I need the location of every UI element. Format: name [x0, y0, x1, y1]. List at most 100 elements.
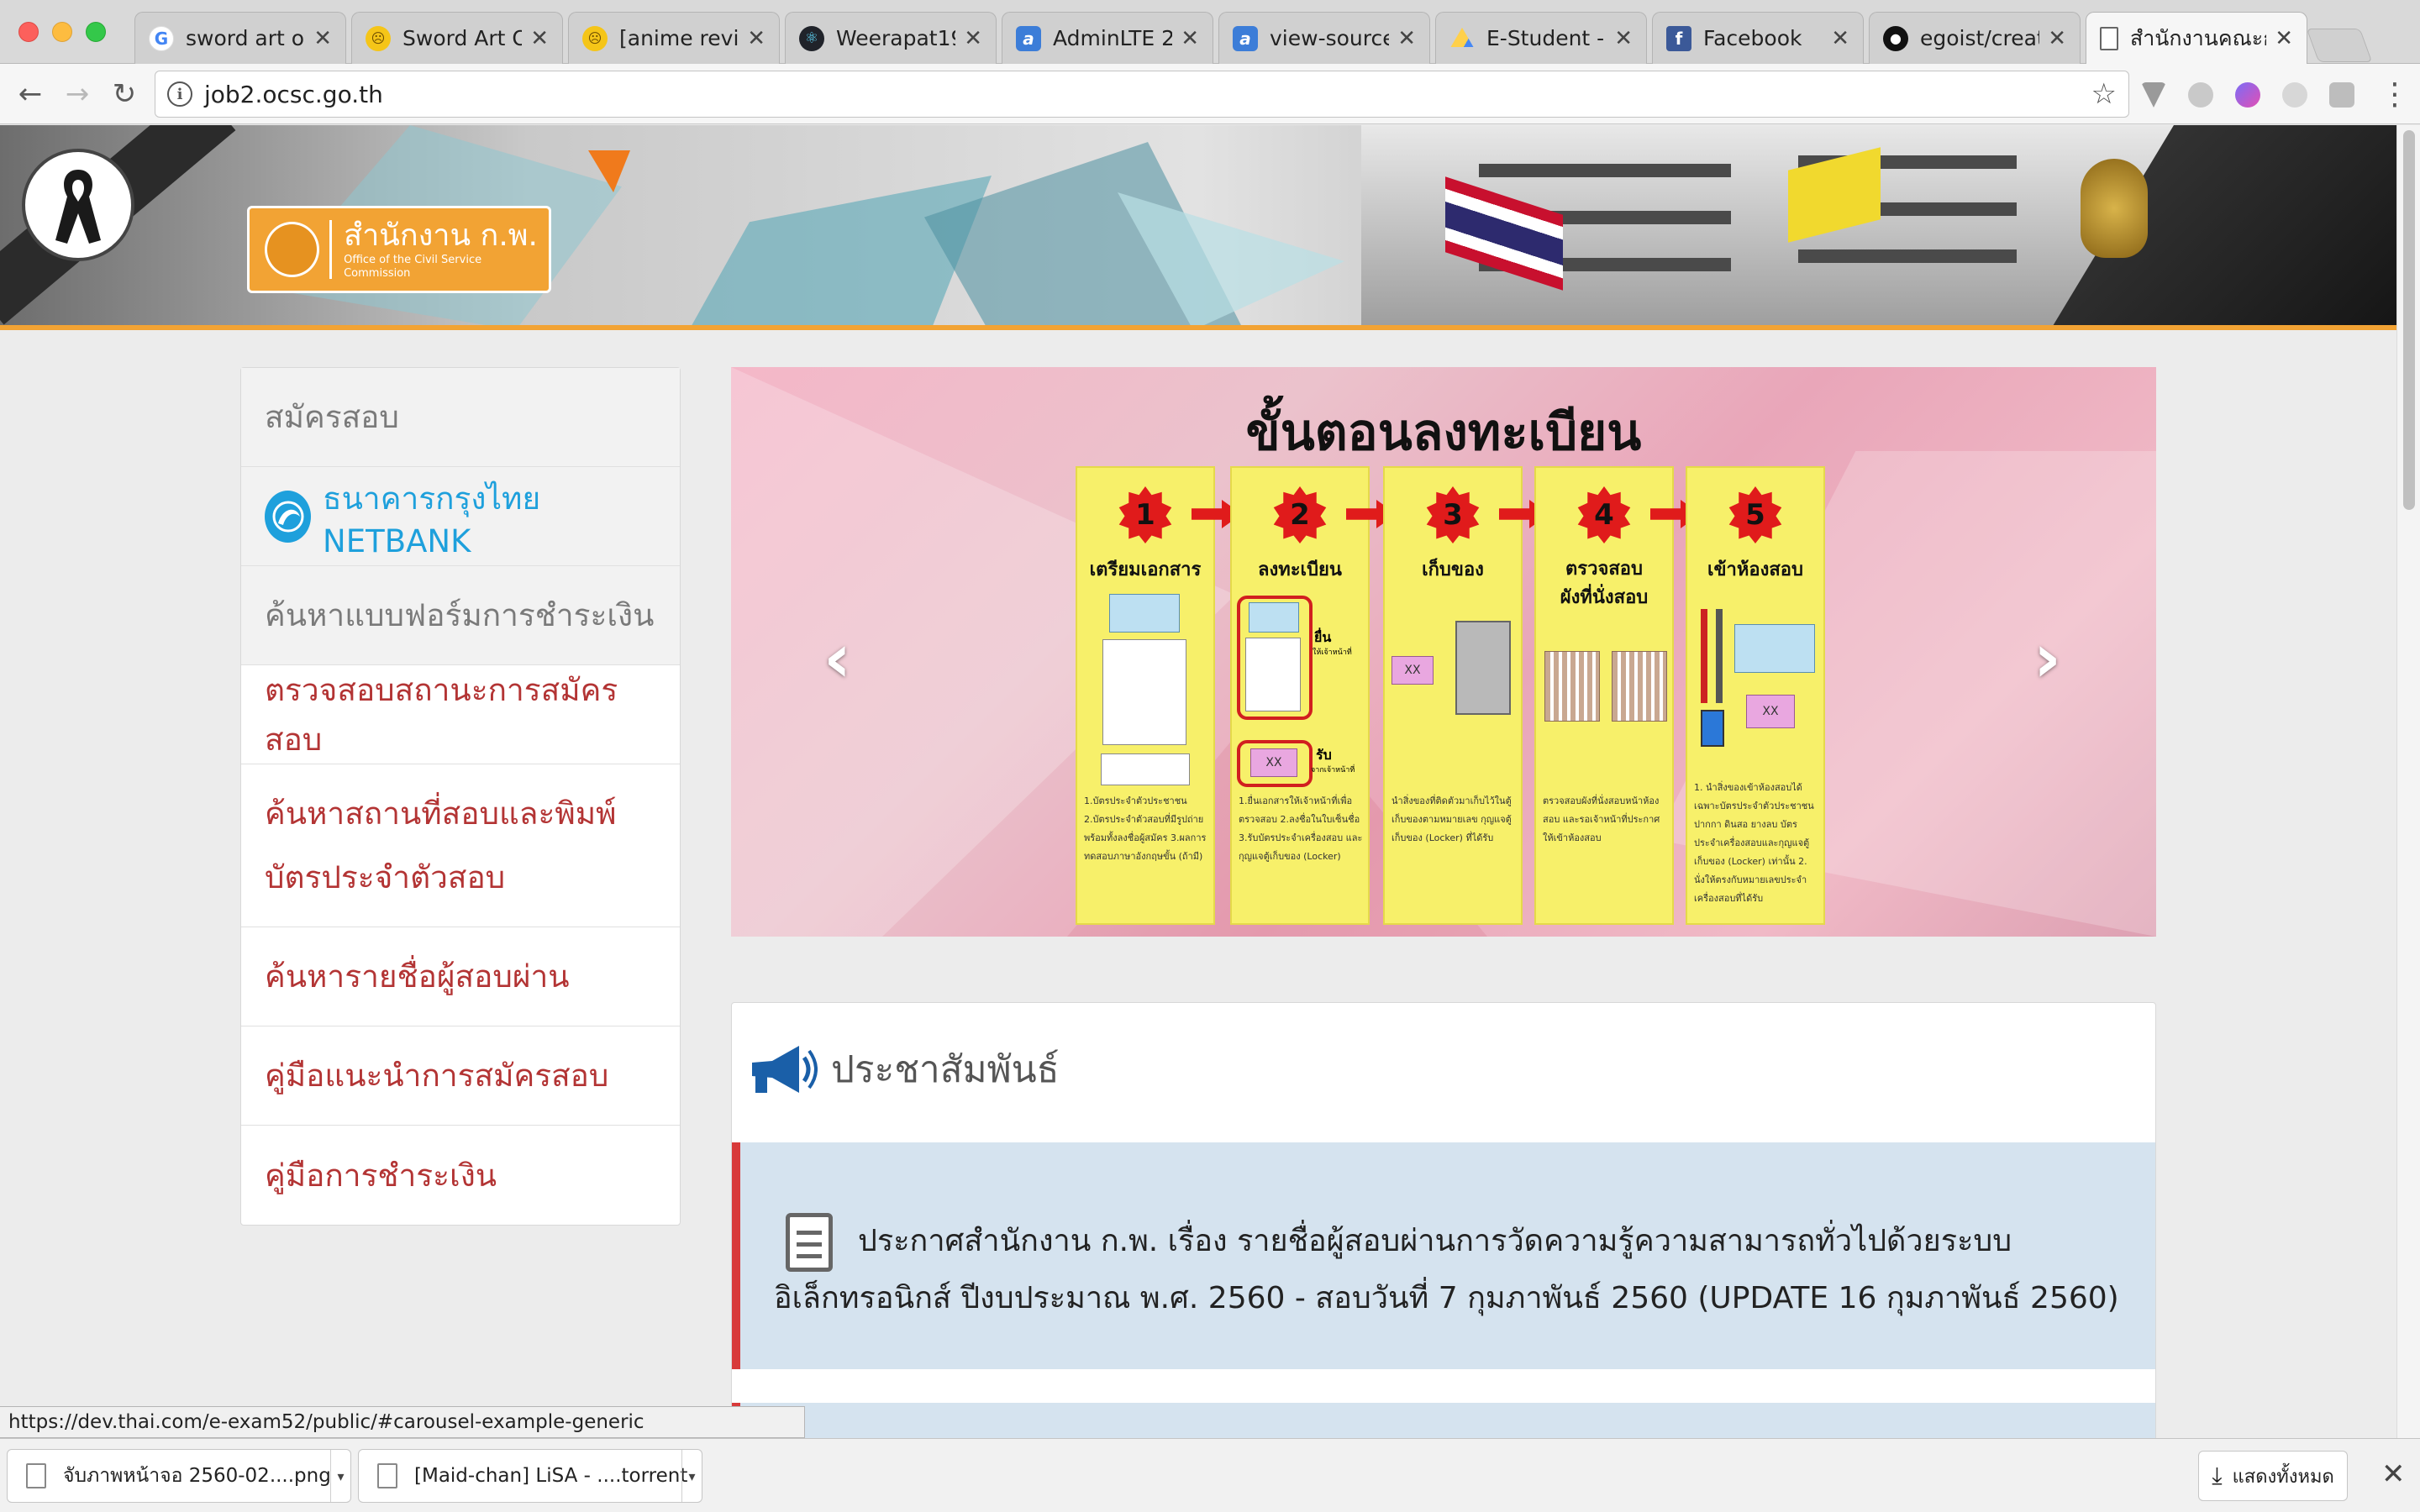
- close-tab-icon[interactable]: ✕: [1397, 26, 1416, 51]
- download-filename: [Maid-chan] LiSA - ....torrent: [414, 1465, 688, 1487]
- registration-steps-carousel[interactable]: ขั้นตอนลงทะเบียน 1 เตรียมเอกสาร 1.บัตรปร…: [731, 367, 2156, 937]
- sidebar-item-check-status[interactable]: ตรวจสอบสถานะการสมัครสอบ: [241, 665, 680, 764]
- vue-devtools-icon[interactable]: [2141, 82, 2166, 108]
- close-tab-icon[interactable]: ✕: [1831, 26, 1849, 51]
- id-card-image: [1734, 624, 1815, 673]
- receive-note-detail: จากเจ้าหน้าที่: [1311, 766, 1355, 774]
- extension-icon[interactable]: [2329, 82, 2354, 108]
- tab-label: egoist/create: [1920, 26, 2039, 50]
- close-download-shelf-icon[interactable]: ✕: [2381, 1457, 2406, 1491]
- browser-toolbar: ← → ↻ i job2.ocsc.go.th ☆ ⋮: [0, 64, 2420, 124]
- tab-label: Facebook: [1703, 26, 1802, 50]
- forward-arrow-icon[interactable]: →: [59, 76, 96, 113]
- page-viewport: สำนักงาน ก.พ. Office of the Civil Servic…: [0, 125, 2396, 1438]
- sidebar-item-exam-location[interactable]: ค้นหาสถานที่สอบและพิมพ์บัตรประจำตัวสอบ: [241, 764, 680, 927]
- download-menu-caret[interactable]: ▾: [681, 1450, 702, 1502]
- close-tab-icon[interactable]: ✕: [747, 26, 765, 51]
- minimize-window-button[interactable]: [52, 22, 72, 42]
- sidebar-item-passed-list[interactable]: ค้นหารายชื่อผู้สอบผ่าน: [241, 927, 680, 1026]
- bookmark-star-icon[interactable]: ☆: [2091, 77, 2117, 111]
- close-tab-icon[interactable]: ✕: [313, 26, 332, 51]
- show-all-label: แสดงทั้งหมด: [2232, 1466, 2334, 1488]
- browser-tab[interactable]: a view-source: ✕: [1218, 12, 1430, 64]
- emoji-face-icon: ☹: [366, 25, 391, 51]
- step-number-badge: 3: [1426, 486, 1480, 543]
- extension-icon[interactable]: [2235, 82, 2260, 108]
- news-header: ประชาสัมพันธ์: [747, 1040, 1060, 1099]
- step-2-card: 2 ลงทะเบียน ยื่น ให้เจ้าหน้าที่ XX รับ จ…: [1230, 466, 1370, 925]
- emoji-face-icon: ☹: [582, 25, 608, 51]
- close-tab-icon[interactable]: ✕: [530, 26, 549, 51]
- tab-label: view-source:: [1270, 26, 1390, 50]
- close-tab-icon[interactable]: ✕: [2275, 26, 2293, 51]
- tab-bar: G sword art onl ✕ ☹ Sword Art On ✕ ☹ [an…: [0, 0, 2420, 65]
- browser-tab[interactable]: ☹ Sword Art On ✕: [351, 12, 563, 64]
- download-filename: จับภาพหน้าจอ 2560-02....png: [63, 1465, 331, 1487]
- submit-note-detail: ให้เจ้าหน้าที่: [1313, 648, 1352, 657]
- browser-tab[interactable]: G sword art onl ✕: [134, 12, 346, 64]
- browser-tab[interactable]: E-Student - G ✕: [1435, 12, 1647, 64]
- ocsc-logo[interactable]: สำนักงาน ก.พ. Office of the Civil Servic…: [247, 206, 551, 293]
- locker-key-card: XX: [1392, 656, 1434, 685]
- browser-tab[interactable]: a AdminLTE 2 | ✕: [1002, 12, 1213, 64]
- browser-tab[interactable]: f Facebook ✕: [1652, 12, 1864, 64]
- new-tab-button[interactable]: [2306, 29, 2373, 62]
- id-card-image: [1249, 602, 1299, 633]
- step-number-badge: 1: [1118, 486, 1172, 543]
- page-scrollbar[interactable]: [2396, 125, 2420, 1438]
- logo-title: สำนักงาน ก.พ.: [344, 218, 538, 253]
- sidebar-item-apply-guide[interactable]: คู่มือแนะนำการสมัครสอบ: [241, 1026, 680, 1126]
- react-devtools-icon[interactable]: [2282, 82, 2307, 108]
- tab-label: สำนักงานคณะก: [2130, 26, 2267, 50]
- carousel-next-button[interactable]: ›: [2033, 619, 2061, 697]
- back-arrow-icon[interactable]: ←: [12, 76, 49, 113]
- news-item[interactable]: [732, 1403, 2155, 1438]
- close-tab-icon[interactable]: ✕: [1614, 26, 1633, 51]
- download-item[interactable]: จับภาพหน้าจอ 2560-02....png ▾: [7, 1449, 351, 1503]
- sidebar-item-ktb-netbank[interactable]: ธนาคารกรุงไทย NETBANK: [241, 467, 680, 566]
- news-item-text[interactable]: ประกาศสำนักงาน ก.พ. เรื่อง รายชื่อผู้สอบ…: [774, 1213, 2135, 1327]
- exam-card-image: [1102, 639, 1186, 745]
- carousel-prev-button[interactable]: ‹: [823, 619, 851, 697]
- a-letter-icon: a: [1233, 25, 1258, 51]
- news-item[interactable]: ประกาศสำนักงาน ก.พ. เรื่อง รายชื่อผู้สอบ…: [732, 1142, 2155, 1369]
- browser-tab-active[interactable]: สำนักงานคณะก ✕: [2086, 12, 2307, 65]
- close-tab-icon[interactable]: ✕: [1181, 26, 1199, 51]
- step-1-card: 1 เตรียมเอกสาร 1.บัตรประจำตัวประชาชน 2.บ…: [1076, 466, 1215, 925]
- sidebar-item-label: ธนาคารกรุงไทย NETBANK: [323, 480, 541, 559]
- browser-menu-icon[interactable]: ⋮: [2380, 77, 2410, 112]
- extension-icon[interactable]: [2188, 82, 2213, 108]
- close-tab-icon[interactable]: ✕: [2048, 26, 2066, 51]
- step-4-card: 4 ตรวจสอบ ผังที่นั่งสอบ ตรวจสอบผังที่นั่…: [1534, 466, 1674, 925]
- maximize-window-button[interactable]: [86, 22, 106, 42]
- browser-tab[interactable]: ⚛ Weerapat199 ✕: [785, 12, 997, 64]
- locker-image: [1455, 621, 1511, 715]
- tab-label: Sword Art On: [402, 26, 523, 50]
- sidebar-item-label: ตรวจสอบสถานะการสมัครสอบ: [265, 671, 618, 758]
- sidebar-item-payment-guide[interactable]: คู่มือการชำระเงิน: [241, 1126, 680, 1225]
- browser-tab[interactable]: ● egoist/create ✕: [1869, 12, 2081, 64]
- news-heading: ประชาสัมพันธ์: [831, 1048, 1060, 1091]
- download-menu-caret[interactable]: ▾: [330, 1450, 350, 1502]
- close-window-button[interactable]: [18, 22, 39, 42]
- scrollbar-thumb[interactable]: [2403, 130, 2415, 510]
- download-item[interactable]: [Maid-chan] LiSA - ....torrent ▾: [358, 1449, 702, 1503]
- sidebar-item-label: ค้นหารายชื่อผู้สอบผ่าน: [265, 958, 570, 995]
- close-tab-icon[interactable]: ✕: [964, 26, 982, 51]
- show-all-downloads-button[interactable]: ⤓ แสดงทั้งหมด: [2198, 1451, 2348, 1501]
- info-icon[interactable]: i: [167, 81, 192, 107]
- tab-label: E-Student - G: [1486, 26, 1606, 50]
- seating-chart-image: [1544, 651, 1600, 722]
- exam-card-image: [1245, 638, 1301, 711]
- step-5-card: 5 เข้าห้องสอบ XX 1. นำสิ่งของเข้าห้องสอบ…: [1686, 466, 1825, 925]
- locker-number: XX: [1404, 664, 1421, 677]
- url-text[interactable]: job2.ocsc.go.th: [204, 81, 383, 108]
- image-file-icon: [26, 1463, 46, 1488]
- browser-tab[interactable]: ☹ [anime review ✕: [568, 12, 780, 64]
- address-bar[interactable]: i job2.ocsc.go.th ☆: [155, 71, 2129, 118]
- reload-icon[interactable]: ↻: [106, 76, 143, 113]
- sidebar-item-payment-form-header: ค้นหาแบบฟอร์มการชำระเงิน: [241, 566, 680, 665]
- step-name: ตรวจสอบ ผังที่นั่งสอบ: [1560, 559, 1649, 608]
- sidebar-item-label: คู่มือการชำระเงิน: [265, 1157, 497, 1194]
- tab-label: Weerapat199: [836, 26, 955, 50]
